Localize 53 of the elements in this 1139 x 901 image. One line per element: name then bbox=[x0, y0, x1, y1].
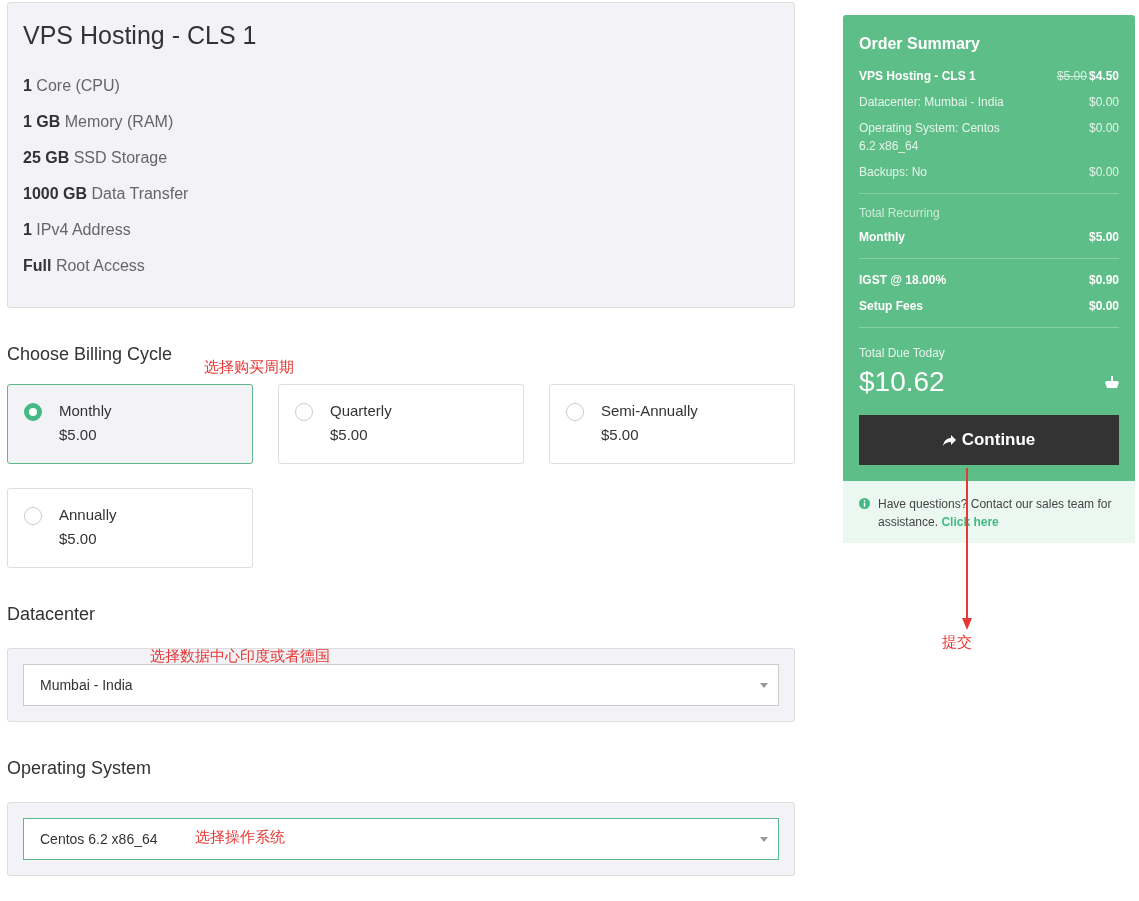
total-label: Total Due Today bbox=[859, 346, 946, 360]
option-price: $5.00 bbox=[601, 425, 640, 445]
line-price: $0.00 bbox=[1088, 164, 1119, 181]
caret-icon bbox=[760, 682, 768, 688]
option-label: Quarterly bbox=[330, 401, 392, 421]
section-heading: Choose Billing Cycle bbox=[7, 344, 174, 366]
line-label: Operating System: Centos 6.2 x86_64 bbox=[859, 120, 1001, 155]
line-label: Datacenter: Mumbai - India bbox=[859, 94, 1004, 111]
select-field[interactable]: Mumbai - India bbox=[23, 664, 779, 706]
annotation-text: 选择操作系统 bbox=[195, 828, 285, 847]
caret-icon bbox=[760, 836, 768, 842]
annotation-text: 选择购买周期 bbox=[204, 358, 294, 377]
annotation-text: 选择数据中心印度或者德国 bbox=[150, 647, 330, 666]
line-label: IGST @ 18.00% bbox=[859, 272, 947, 289]
old-price: $5.00 bbox=[1056, 69, 1087, 83]
line-label: Backups: No bbox=[859, 164, 928, 181]
billing-option[interactable]: Quarterly $5.00 bbox=[278, 384, 524, 464]
section-heading: Datacenter bbox=[7, 604, 97, 626]
billing-option[interactable]: Semi-Annually $5.00 bbox=[549, 384, 795, 464]
option-label: Monthly bbox=[59, 401, 112, 421]
line-price: $0.00 bbox=[1088, 120, 1119, 137]
product-title: VPS Hosting - CLS 1 bbox=[23, 21, 258, 50]
billing-option[interactable]: Annually $5.00 bbox=[7, 488, 253, 568]
feature-text: 1 GB Memory (RAM) bbox=[23, 112, 175, 132]
line-label: VPS Hosting - CLS 1 bbox=[859, 68, 976, 85]
feature-text: 1 Core (CPU) bbox=[23, 76, 121, 96]
annotation-text: 提交 bbox=[942, 633, 972, 652]
line-label: Monthly bbox=[859, 229, 905, 246]
radio-button[interactable] bbox=[24, 403, 42, 421]
basket-icon bbox=[1105, 375, 1119, 389]
line-price: $5.00 bbox=[1088, 229, 1119, 246]
option-price: $5.00 bbox=[330, 425, 369, 445]
line-price: $4.50 bbox=[1088, 69, 1119, 83]
line-label: Setup Fees bbox=[859, 298, 924, 315]
feature-text: 1 IPv4 Address bbox=[23, 220, 132, 240]
info-icon bbox=[859, 498, 870, 509]
share-icon bbox=[942, 434, 956, 446]
continue-button[interactable]: Continue bbox=[859, 415, 1119, 465]
option-label: Annually bbox=[59, 505, 117, 525]
summary-title: Order Summary bbox=[859, 35, 981, 53]
feature-text: Full Root Access bbox=[23, 256, 146, 276]
option-label: Semi-Annually bbox=[601, 401, 698, 421]
option-price: $5.00 bbox=[59, 529, 98, 549]
feature-text: 25 GB SSD Storage bbox=[23, 148, 169, 168]
line-price: $0.90 bbox=[1088, 272, 1119, 289]
feature-text: 1000 GB Data Transfer bbox=[23, 184, 190, 204]
billing-option[interactable]: Monthly $5.00 bbox=[7, 384, 253, 464]
line-price: $0.00 bbox=[1088, 298, 1119, 315]
section-heading: Operating System bbox=[7, 758, 153, 780]
summary-caption: Total Recurring bbox=[859, 206, 941, 220]
line-price: $0.00 bbox=[1088, 94, 1119, 111]
total-amount: $10.62 bbox=[859, 366, 945, 398]
option-price: $5.00 bbox=[59, 425, 98, 445]
